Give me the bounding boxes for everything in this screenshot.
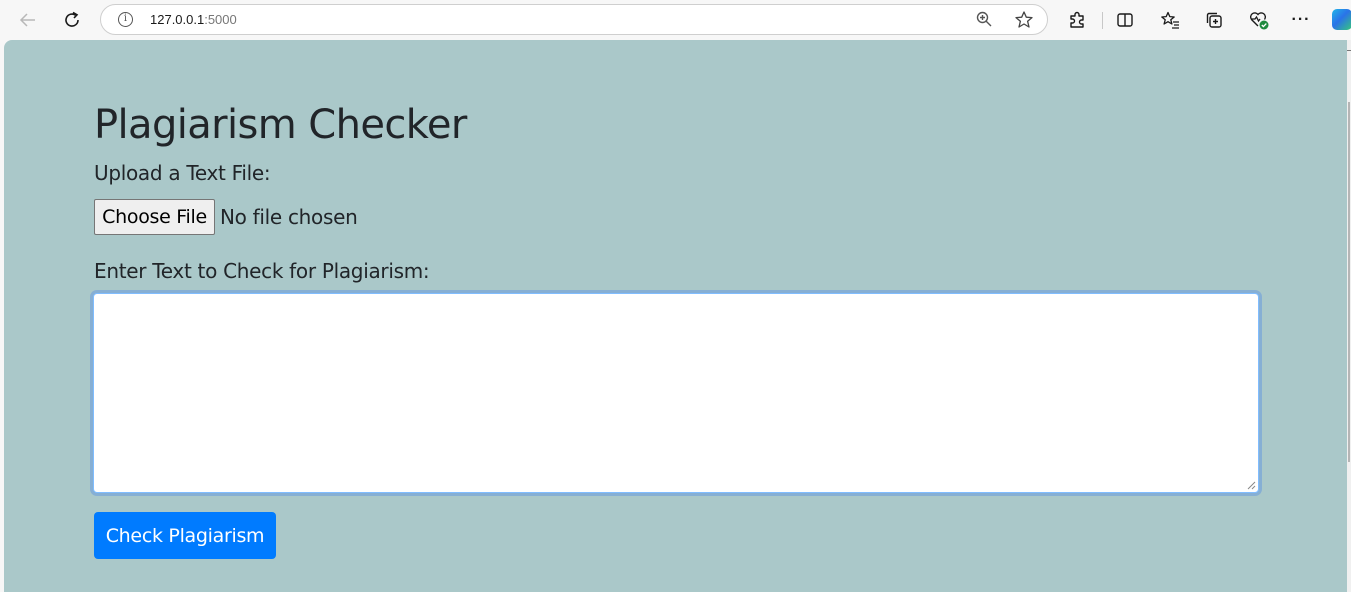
page-viewport: Plagiarism Checker Upload a Text File: C… — [4, 40, 1347, 592]
page-scrollbar[interactable] — [1347, 40, 1351, 592]
site-info-icon[interactable]: i — [118, 12, 133, 27]
url-port: :5000 — [204, 12, 237, 27]
favorites-icon[interactable] — [1159, 9, 1181, 31]
reload-icon — [65, 11, 79, 27]
url-host: 127.0.0.1 — [150, 12, 205, 27]
resize-handle-icon[interactable] — [1246, 480, 1256, 490]
check-plagiarism-button[interactable]: Check Plagiarism — [94, 512, 276, 559]
favorite-star-icon[interactable] — [1014, 10, 1034, 35]
text-input-label: Enter Text to Check for Plagiarism: — [94, 259, 430, 283]
url-text[interactable]: 127.0.0.1:5000 — [150, 12, 237, 27]
copilot-icon[interactable] — [1332, 9, 1351, 30]
split-screen-icon[interactable] — [1114, 9, 1136, 31]
back-button[interactable] — [13, 5, 43, 35]
plagiarism-text-area[interactable] — [93, 293, 1259, 493]
no-file-chosen-text: No file chosen — [220, 205, 358, 229]
upload-label: Upload a Text File: — [94, 161, 271, 185]
collections-icon[interactable] — [1203, 9, 1225, 31]
arrow-left-icon — [19, 13, 35, 27]
choose-file-button[interactable]: Choose File — [94, 199, 215, 235]
reload-button[interactable] — [57, 5, 87, 35]
toolbar-divider — [1102, 12, 1103, 29]
more-menu-icon[interactable]: ··· — [1290, 9, 1312, 31]
address-bar[interactable]: i 127.0.0.1:5000 — [100, 4, 1048, 35]
zoom-icon[interactable] — [975, 10, 993, 33]
scroll-up-arrow-icon[interactable] — [1347, 50, 1351, 54]
scrollbar-thumb[interactable] — [1348, 102, 1350, 462]
browser-toolbar: i 127.0.0.1:5000 ··· — [0, 0, 1351, 40]
browser-essentials-icon[interactable] — [1248, 9, 1270, 31]
page-title: Plagiarism Checker — [94, 102, 467, 148]
extensions-icon[interactable] — [1066, 9, 1088, 31]
